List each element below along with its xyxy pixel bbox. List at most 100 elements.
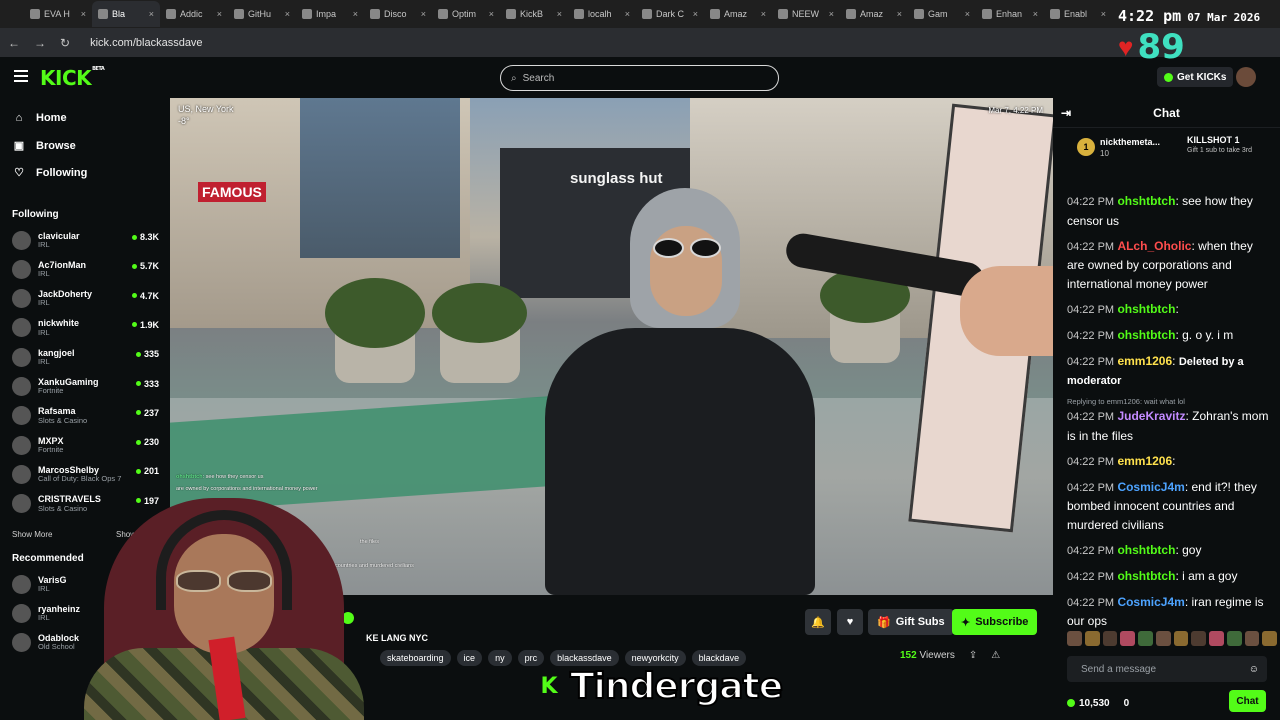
- subscribe-button[interactable]: ✦ Subscribe: [952, 609, 1038, 635]
- chat-input[interactable]: Send a message ☺: [1067, 656, 1267, 682]
- tab-favicon: [574, 9, 584, 19]
- browser-tab[interactable]: Dark C ×: [636, 1, 704, 27]
- close-icon[interactable]: ×: [489, 9, 494, 19]
- glasses: [176, 570, 272, 592]
- following-channel[interactable]: Rafsama Slots & Casino 237: [12, 402, 162, 430]
- browser-tab[interactable]: Impa ×: [296, 1, 364, 27]
- notification-bell-icon[interactable]: 🔔: [805, 609, 831, 635]
- emote-icon[interactable]: [1120, 631, 1135, 646]
- browser-tab[interactable]: NEEW ×: [772, 1, 840, 27]
- close-icon[interactable]: ×: [897, 9, 902, 19]
- close-icon[interactable]: ×: [1101, 9, 1106, 19]
- following-channel[interactable]: nickwhite IRL 1.9K: [12, 314, 162, 342]
- reload-icon[interactable]: ↻: [60, 36, 70, 50]
- browser-tab[interactable]: Amaz ×: [840, 1, 908, 27]
- close-icon[interactable]: ×: [557, 9, 562, 19]
- back-icon[interactable]: ←: [8, 36, 20, 50]
- emote-bar[interactable]: [1067, 631, 1277, 649]
- tag[interactable]: ny: [488, 650, 512, 666]
- close-icon[interactable]: ×: [625, 9, 630, 19]
- emoji-icon[interactable]: ☺: [1249, 664, 1259, 675]
- tag[interactable]: blackdave: [691, 650, 747, 666]
- close-icon[interactable]: ×: [81, 9, 86, 19]
- prediction-count[interactable]: 0: [1124, 698, 1130, 709]
- close-icon[interactable]: ×: [693, 9, 698, 19]
- emote-icon[interactable]: [1262, 631, 1277, 646]
- close-icon[interactable]: ×: [353, 9, 358, 19]
- points-display[interactable]: 10,530: [1067, 698, 1110, 709]
- emote-icon[interactable]: [1191, 631, 1206, 646]
- close-icon[interactable]: ×: [217, 9, 222, 19]
- close-icon[interactable]: ×: [149, 9, 154, 19]
- browser-tab[interactable]: EVA H ×: [24, 1, 92, 27]
- close-icon[interactable]: ×: [829, 9, 834, 19]
- tag[interactable]: skateboarding: [380, 650, 451, 666]
- viewer-count: 152 Viewers ⇪ ⚠: [900, 650, 1001, 661]
- browser-tab[interactable]: Disco ×: [364, 1, 432, 27]
- close-icon[interactable]: ×: [421, 9, 426, 19]
- chat-send-button[interactable]: Chat: [1229, 690, 1266, 712]
- close-icon[interactable]: ×: [285, 9, 290, 19]
- leader-count: 10: [1100, 149, 1109, 158]
- browser-tab[interactable]: Enhan ×: [976, 1, 1044, 27]
- emote-icon[interactable]: [1155, 631, 1171, 646]
- following-channel[interactable]: MarcosShelby Call of Duty: Black Ops 7 201: [12, 460, 162, 488]
- live-viewers: 5.7K: [132, 261, 159, 271]
- emote-icon[interactable]: [1226, 631, 1242, 646]
- menu-icon[interactable]: [14, 70, 28, 82]
- emote-icon[interactable]: [1209, 631, 1224, 646]
- emote-icon[interactable]: [1138, 631, 1153, 646]
- tag[interactable]: newyorkcity: [624, 650, 686, 666]
- nav-following[interactable]: ♡ Following: [12, 166, 87, 180]
- report-icon[interactable]: ⚠: [991, 650, 1000, 661]
- browser-tab[interactable]: Enabl ×: [1044, 1, 1112, 27]
- browser-tab[interactable]: localh ×: [568, 1, 636, 27]
- following-channel[interactable]: Ac7ionMan IRL 5.7K: [12, 255, 162, 283]
- rank-badge: 1: [1077, 138, 1095, 156]
- following-channel[interactable]: JackDoherty IRL 4.7K: [12, 285, 162, 313]
- browser-tab[interactable]: Optim ×: [432, 1, 500, 27]
- show-more-button[interactable]: Show More: [12, 530, 52, 539]
- emote-icon[interactable]: [1244, 631, 1260, 646]
- tag[interactable]: blackassdave: [550, 650, 619, 666]
- browser-tab[interactable]: GitHu ×: [228, 1, 296, 27]
- emote-icon[interactable]: [1084, 631, 1100, 646]
- nav-home[interactable]: ⌂ Home: [12, 112, 67, 124]
- stream-caption: K Tindergate: [534, 665, 784, 708]
- close-icon[interactable]: ×: [965, 9, 970, 19]
- following-channel[interactable]: kangjoel IRL 335: [12, 343, 162, 371]
- share-icon[interactable]: ⇪: [969, 650, 977, 661]
- address-bar[interactable]: kick.com/blackassdave: [90, 37, 203, 49]
- browser-tab[interactable]: Addic ×: [160, 1, 228, 27]
- browser-tab[interactable]: Amaz ×: [704, 1, 772, 27]
- browser-tab[interactable]: Gam ×: [908, 1, 976, 27]
- following-channel[interactable]: MXPX Fortnite 230: [12, 431, 162, 459]
- emote-icon[interactable]: [1173, 631, 1189, 646]
- close-icon[interactable]: ×: [761, 9, 766, 19]
- nav-browse[interactable]: ▣ Browse: [12, 139, 76, 153]
- following-channel[interactable]: XankuGaming Fortnite 333: [12, 373, 162, 401]
- get-kicks-button[interactable]: Get KICKs: [1157, 67, 1234, 87]
- following-channel[interactable]: clavicular IRL 8.3K: [12, 226, 162, 254]
- kick-logo[interactable]: KICKBETA: [40, 66, 105, 90]
- plant: [432, 283, 527, 343]
- live-viewers: 1.9K: [132, 320, 159, 330]
- tab-favicon: [438, 9, 448, 19]
- gift-subs-button[interactable]: 🎁 Gift Subs: [868, 609, 954, 635]
- browser-tab[interactable]: KickB ×: [500, 1, 568, 27]
- follow-heart-icon[interactable]: ♥: [837, 609, 863, 635]
- live-viewers: 4.7K: [132, 291, 159, 301]
- user-avatar[interactable]: [1236, 67, 1256, 87]
- emote-icon[interactable]: [1102, 631, 1118, 646]
- forward-icon[interactable]: →: [34, 36, 46, 50]
- tag[interactable]: ice: [456, 650, 483, 666]
- close-icon[interactable]: ×: [1033, 9, 1038, 19]
- search-input[interactable]: ⌕ Search: [500, 65, 779, 91]
- leader-name[interactable]: nickthemeta...: [1100, 137, 1160, 147]
- site-header: KICKBETA ⌕ Search Get KICKs: [0, 58, 1280, 98]
- kick-k-icon: K: [534, 671, 564, 702]
- emote-icon[interactable]: [1067, 631, 1082, 646]
- collapse-chat-icon[interactable]: ⇥: [1061, 106, 1071, 120]
- tag[interactable]: prc: [517, 650, 545, 666]
- browser-tab[interactable]: Bla ×: [92, 1, 160, 27]
